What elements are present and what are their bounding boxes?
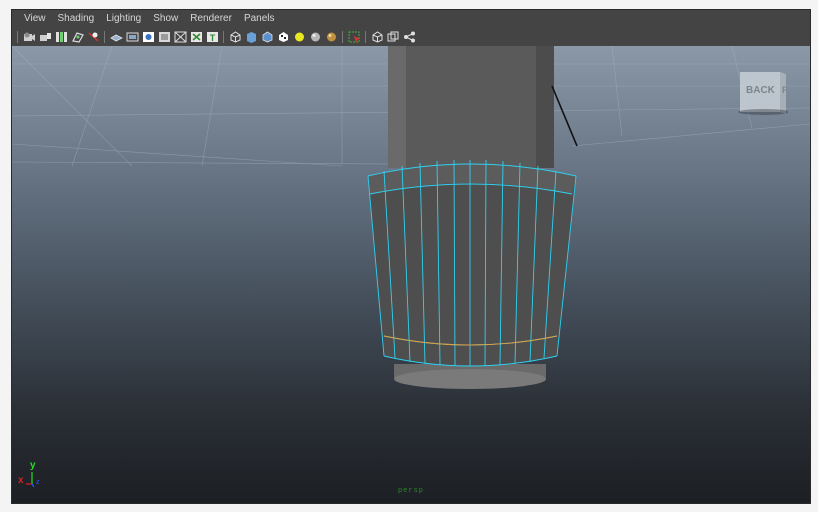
textured-icon[interactable] (276, 30, 290, 44)
upper-cylinder (388, 46, 554, 168)
wireframe-icon[interactable] (228, 30, 242, 44)
hierarchy-icon[interactable] (402, 30, 416, 44)
toolbar-separator (342, 31, 343, 43)
menu-renderer[interactable]: Renderer (184, 10, 238, 28)
svg-text:T: T (209, 33, 215, 43)
image-plane-icon[interactable] (70, 30, 84, 44)
view-cube-face-label: BACK (746, 85, 775, 96)
wireframe-on-shaded-icon[interactable] (260, 30, 274, 44)
field-chart-icon[interactable] (173, 30, 187, 44)
film-gate-icon[interactable] (125, 30, 139, 44)
toolbar-separator (365, 31, 366, 43)
menu-view[interactable]: View (18, 10, 52, 28)
menu-panels[interactable]: Panels (238, 10, 281, 28)
menu-show[interactable]: Show (147, 10, 184, 28)
camera-attributes-icon[interactable] (38, 30, 52, 44)
camera-icon[interactable] (22, 30, 36, 44)
toolbar-separator (17, 31, 18, 43)
bookmarks-icon[interactable] (54, 30, 68, 44)
camera-name-label: persp (397, 487, 424, 495)
toolbar-separator (104, 31, 105, 43)
xray-icon[interactable] (370, 30, 384, 44)
axis-z-label: z (36, 479, 40, 486)
toolbar-separator (223, 31, 224, 43)
lights-icon[interactable] (292, 30, 306, 44)
panel-menubar: View Shading Lighting Show Renderer Pane… (12, 10, 810, 28)
smooth-shade-icon[interactable] (244, 30, 258, 44)
scene-render (12, 46, 810, 389)
safe-title-icon[interactable]: T (205, 30, 219, 44)
menu-shading[interactable]: Shading (52, 10, 101, 28)
safe-action-icon[interactable] (189, 30, 203, 44)
menu-lighting[interactable]: Lighting (100, 10, 147, 28)
selected-mesh (368, 163, 576, 366)
perspective-viewport[interactable]: BACK F y x z persp (12, 46, 810, 503)
two-d-pan-icon[interactable] (86, 30, 100, 44)
gate-mask-icon[interactable] (157, 30, 171, 44)
maya-viewport-panel: View Shading Lighting Show Renderer Pane… (11, 9, 811, 504)
shadows-icon[interactable] (308, 30, 322, 44)
grid-icon[interactable] (109, 30, 123, 44)
select-camera-icon[interactable] (347, 30, 361, 44)
isolate-icon[interactable] (324, 30, 338, 44)
axis-x-label: x (18, 475, 24, 486)
view-cube[interactable]: BACK F (738, 70, 790, 116)
backface-icon[interactable] (386, 30, 400, 44)
panel-toolbar: T (12, 28, 810, 47)
resolution-gate-icon[interactable] (141, 30, 155, 44)
view-cube-side-label: F (782, 85, 788, 95)
axis-y-label: y (30, 460, 36, 471)
